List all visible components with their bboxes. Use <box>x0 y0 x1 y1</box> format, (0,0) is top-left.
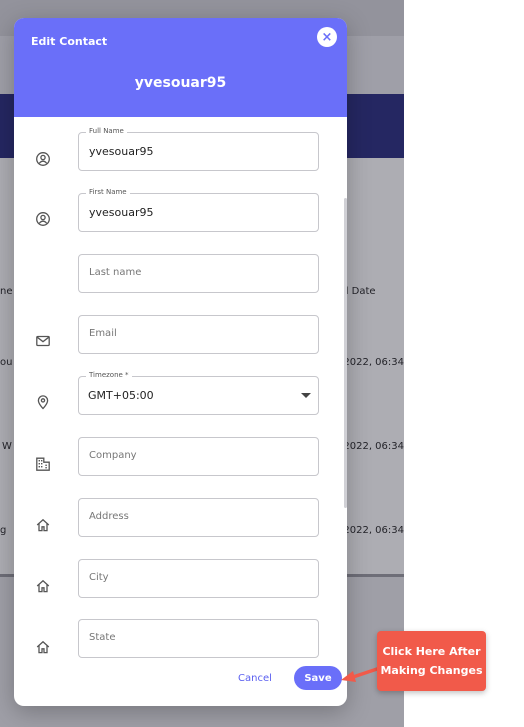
callout-text: Click Here After Making Changes <box>380 645 483 677</box>
modal-title: Edit Contact <box>31 35 108 48</box>
state-placeholder: State <box>89 632 116 643</box>
city-field[interactable]: City <box>78 559 319 598</box>
last-name-placeholder: Last name <box>89 267 142 278</box>
last-name-field[interactable]: Last name <box>78 254 319 293</box>
company-placeholder: Company <box>89 450 137 461</box>
company-field[interactable]: Company <box>78 437 319 476</box>
close-button[interactable]: × <box>317 27 337 47</box>
home-icon <box>35 639 51 655</box>
home-icon <box>35 578 51 594</box>
modal-scrollbar[interactable] <box>344 198 347 508</box>
full-name-field[interactable]: Full Name yvesouar95 <box>78 127 319 171</box>
email-placeholder: Email <box>89 328 117 339</box>
address-placeholder: Address <box>89 511 129 522</box>
annotation-callout: Click Here After Making Changes <box>377 631 486 691</box>
close-icon: × <box>321 29 333 45</box>
timezone-value: GMT+05:00 <box>88 389 154 402</box>
address-field[interactable]: Address <box>78 498 319 537</box>
full-name-value: yvesouar95 <box>89 145 154 158</box>
user-circle-icon <box>35 151 51 167</box>
timezone-label: Timezone * <box>86 371 132 379</box>
first-name-value: yvesouar95 <box>89 206 154 219</box>
edit-contact-modal: Edit Contact × yvesouar95 Full Name yves… <box>14 18 347 706</box>
first-name-label: First Name <box>86 188 130 196</box>
timezone-select[interactable]: Timezone * GMT+05:00 <box>78 371 319 415</box>
location-pin-icon <box>35 394 51 410</box>
full-name-label: Full Name <box>86 127 127 135</box>
email-field[interactable]: Email <box>78 315 319 354</box>
building-icon <box>35 456 51 472</box>
save-button[interactable]: Save <box>294 666 342 690</box>
user-circle-icon <box>35 211 51 227</box>
first-name-field[interactable]: First Name yvesouar95 <box>78 188 319 232</box>
modal-header: Edit Contact × yvesouar95 <box>14 18 347 117</box>
mail-icon <box>35 333 51 349</box>
home-icon <box>35 517 51 533</box>
cancel-button[interactable]: Cancel <box>238 673 272 684</box>
contact-name-heading: yvesouar95 <box>134 75 227 91</box>
dropdown-caret-icon <box>301 393 311 398</box>
callout-arrow-icon <box>341 666 382 682</box>
city-placeholder: City <box>89 572 109 583</box>
state-field[interactable]: State <box>78 619 319 658</box>
